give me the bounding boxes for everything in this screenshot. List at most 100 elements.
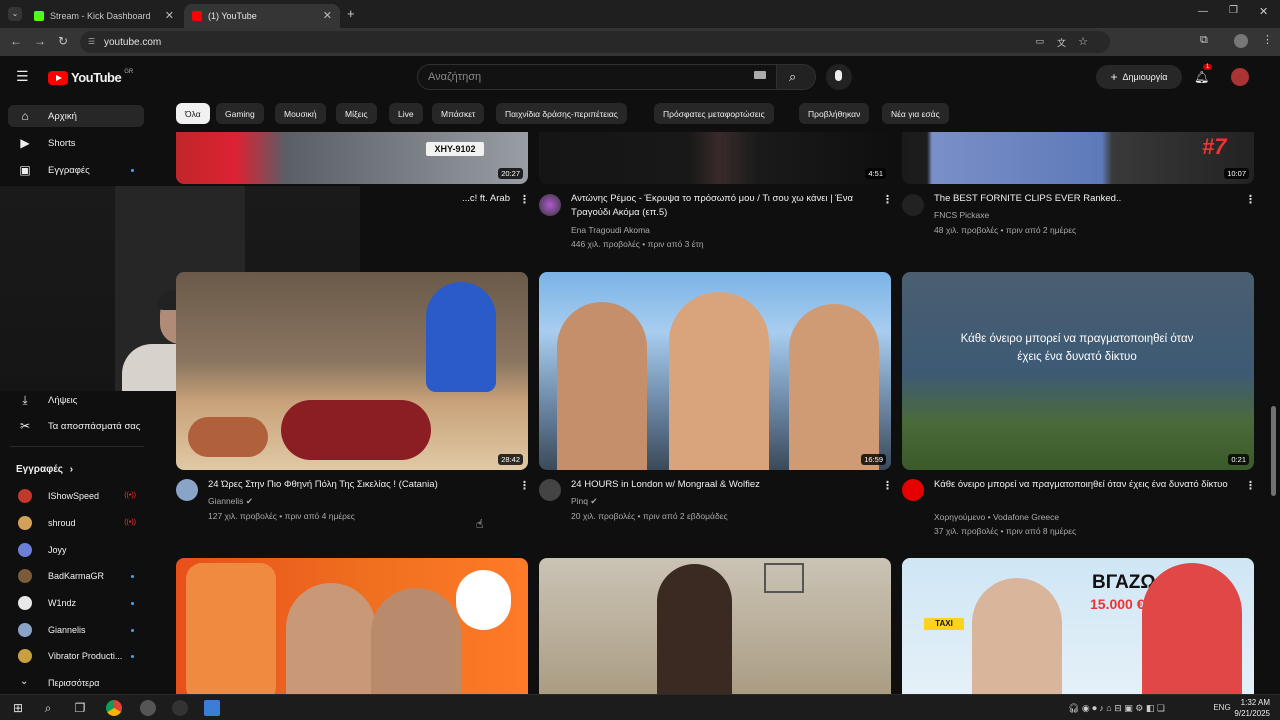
sidebar-item-downloads[interactable]: ⤓ Λήψεις bbox=[8, 389, 144, 411]
language-indicator[interactable]: ENG bbox=[1210, 700, 1234, 716]
video-thumbnail[interactable] bbox=[539, 558, 891, 694]
video-title[interactable]: Κάθε όνειρο μπορεί να πραγματοποιηθεί ότ… bbox=[934, 478, 1234, 492]
subscription-vibrator-productions[interactable]: Vibrator Producti... bbox=[8, 645, 144, 667]
live-icon: ((•)) bbox=[124, 492, 136, 499]
video-thumbnail[interactable]: 16:59 bbox=[539, 272, 891, 470]
windows-start-icon[interactable]: ⊞ bbox=[10, 700, 26, 716]
profile-avatar[interactable] bbox=[1234, 34, 1248, 48]
keyboard-icon[interactable] bbox=[754, 71, 766, 79]
reload-icon[interactable]: ↻ bbox=[58, 34, 68, 48]
video-title[interactable]: Αντώνης Ρέμος - Έκρυψα το πρόσωπό μου / … bbox=[571, 192, 876, 220]
search-icon[interactable]: ⌕ bbox=[40, 700, 56, 716]
close-tab-icon[interactable]: ✕ bbox=[165, 9, 174, 22]
chip-mixes[interactable]: Μίξεις bbox=[336, 103, 377, 124]
translate-icon[interactable]: 文 bbox=[1057, 36, 1066, 49]
chip-live[interactable]: Live bbox=[389, 103, 423, 124]
steam-icon[interactable] bbox=[172, 700, 188, 716]
obs-icon[interactable] bbox=[140, 700, 156, 716]
more-actions-icon[interactable]: ⋮ bbox=[1245, 479, 1256, 492]
video-thumbnail[interactable] bbox=[176, 558, 528, 694]
video-thumbnail[interactable]: #7 10:07 bbox=[902, 132, 1254, 184]
subscription-w1ndz[interactable]: W1ndz bbox=[8, 592, 144, 614]
cast-icon[interactable]: ▭ bbox=[1035, 36, 1044, 47]
vodafone-logo-icon[interactable] bbox=[902, 479, 924, 501]
subscription-ishowspeed[interactable]: IShowSpeed ((•)) bbox=[8, 485, 144, 507]
video-title[interactable]: The BEST FORNITE CLIPS EVER Ranked.. bbox=[934, 192, 1239, 206]
more-actions-icon[interactable]: ⋮ bbox=[1245, 193, 1256, 206]
video-title[interactable]: 24 HOURS in London w/ Mongraal & Wolfiez bbox=[571, 478, 871, 492]
system-tray-icons[interactable]: 🎧︎ ◉ ⏺ ♪ ⌂ ⊟ ▣ ⚙ ◧ ❏ bbox=[1068, 700, 1208, 716]
sidebar-item-shorts[interactable]: ▶ Shorts bbox=[8, 132, 144, 154]
video-thumbnail[interactable]: ΧΗΥ-9102 20:27 bbox=[176, 132, 528, 184]
system-clock[interactable]: 1:32 AM 9/21/2025 bbox=[1234, 697, 1270, 719]
search-input[interactable]: Αναζήτηση bbox=[417, 64, 777, 90]
channel-name[interactable]: Giannelis ✔ bbox=[208, 494, 253, 508]
chip-recent-uploads[interactable]: Πρόσφατες μεταφορτώσεις bbox=[654, 103, 774, 124]
tab-youtube[interactable]: (1) YouTube ✕ bbox=[184, 4, 340, 28]
subscription-name: shroud bbox=[48, 518, 76, 528]
page-scrollbar[interactable] bbox=[1271, 406, 1276, 496]
video-title[interactable]: 24 Ώρες Στην Πιο Φθηνή Πόλη Της Σικελίας… bbox=[208, 478, 508, 492]
chrome-icon[interactable] bbox=[106, 700, 122, 716]
new-tab-icon[interactable]: + bbox=[347, 6, 355, 21]
tab-kick-dashboard[interactable]: Stream - Kick Dashboard ✕ bbox=[26, 4, 182, 28]
sidebar-item-subscriptions[interactable]: ▣ Εγγραφές bbox=[8, 159, 144, 181]
create-button[interactable]: + Δημιουργία bbox=[1096, 65, 1182, 89]
task-view-icon[interactable]: ❐ bbox=[72, 700, 88, 716]
bookmark-star-icon[interactable]: ☆ bbox=[1078, 35, 1088, 48]
hamburger-menu-icon[interactable]: ☰ bbox=[16, 68, 29, 85]
chip-music[interactable]: Μουσική bbox=[275, 103, 326, 124]
video-thumbnail[interactable]: TAXI ΒΓΑΖΩ 15.000 € bbox=[902, 558, 1254, 694]
video-thumbnail[interactable]: 28:42 bbox=[176, 272, 528, 470]
channel-avatar[interactable] bbox=[902, 194, 924, 216]
sidebar-show-more[interactable]: ⌄ Περισσότερα bbox=[8, 672, 144, 694]
notifications-button[interactable]: 🔔︎ 1 bbox=[1194, 64, 1213, 84]
channel-avatar[interactable] bbox=[539, 479, 561, 501]
back-icon[interactable]: ← bbox=[10, 34, 22, 48]
subscription-shroud[interactable]: shroud ((•)) bbox=[8, 512, 144, 534]
subscription-badkarmagr[interactable]: BadKarmaGR bbox=[8, 565, 144, 587]
sidebar-item-home[interactable]: ⌂ Αρχική bbox=[8, 105, 144, 127]
chip-all[interactable]: Όλα bbox=[176, 103, 210, 124]
close-window-icon[interactable]: ✕ bbox=[1259, 5, 1268, 18]
video-thumbnail[interactable]: 4:51 bbox=[539, 132, 891, 184]
subscription-joyy[interactable]: Joyy bbox=[8, 539, 144, 561]
channel-avatar[interactable] bbox=[176, 479, 198, 501]
restore-icon[interactable]: ❐ bbox=[1229, 5, 1238, 16]
channel-name-text: Giannelis bbox=[208, 496, 244, 506]
channel-name[interactable]: FNCS Pickaxe bbox=[934, 208, 989, 222]
search-button[interactable]: ⌕ bbox=[776, 64, 816, 90]
video-title[interactable]: ...c! ft. Arab bbox=[330, 192, 510, 206]
minimize-icon[interactable]: — bbox=[1198, 6, 1208, 17]
chip-basketball[interactable]: Μπάσκετ bbox=[432, 103, 485, 124]
video-thumbnail[interactable]: Κάθε όνειρο μπορεί να πραγματοποιηθεί ότ… bbox=[902, 272, 1254, 470]
subscriptions-header[interactable]: Εγγραφές › bbox=[16, 464, 73, 475]
chip-new-for-you[interactable]: Νέα για εσάς bbox=[882, 103, 949, 124]
more-actions-icon[interactable]: ⋮ bbox=[519, 193, 530, 206]
live-icon: ((•)) bbox=[124, 519, 136, 526]
chip-watched[interactable]: Προβλήθηκαν bbox=[799, 103, 870, 124]
more-actions-icon[interactable]: ⋮ bbox=[882, 479, 893, 492]
more-actions-icon[interactable]: ⋮ bbox=[882, 193, 893, 206]
channel-name[interactable]: Pinq ✔ bbox=[571, 494, 598, 508]
subscription-giannelis[interactable]: Giannelis bbox=[8, 619, 144, 641]
youtube-logo[interactable]: YouTube GR bbox=[48, 69, 133, 85]
tab-search-icon[interactable]: ⌄ bbox=[8, 7, 22, 21]
browser-menu-icon[interactable]: ⋮ bbox=[1262, 33, 1273, 46]
sidebar-item-clips[interactable]: ✂ Τα αποσπάσματά σας bbox=[8, 415, 144, 437]
close-tab-icon[interactable]: ✕ bbox=[323, 9, 332, 22]
sponsor-label[interactable]: Χορηγούμενο • Vodafone Greece bbox=[934, 510, 1059, 524]
subscription-name: IShowSpeed bbox=[48, 491, 100, 501]
extensions-icon[interactable]: ⧉ bbox=[1200, 34, 1208, 47]
voice-search-button[interactable] bbox=[826, 64, 852, 90]
account-avatar[interactable] bbox=[1231, 68, 1249, 86]
chip-gaming[interactable]: Gaming bbox=[216, 103, 264, 124]
channel-avatar[interactable] bbox=[539, 194, 561, 216]
chip-action-adventure[interactable]: Παιχνίδια δράσης-περιπέτειας bbox=[496, 103, 627, 124]
app-icon[interactable] bbox=[204, 700, 220, 716]
forward-icon[interactable]: → bbox=[34, 34, 46, 48]
site-info-icon[interactable]: ☰ bbox=[88, 37, 95, 46]
address-bar[interactable]: ☰ youtube.com ▭ 文 ☆ bbox=[80, 31, 1110, 53]
channel-name[interactable]: Ena Tragoudi Akoma bbox=[571, 223, 650, 237]
more-actions-icon[interactable]: ⋮ bbox=[519, 479, 530, 492]
